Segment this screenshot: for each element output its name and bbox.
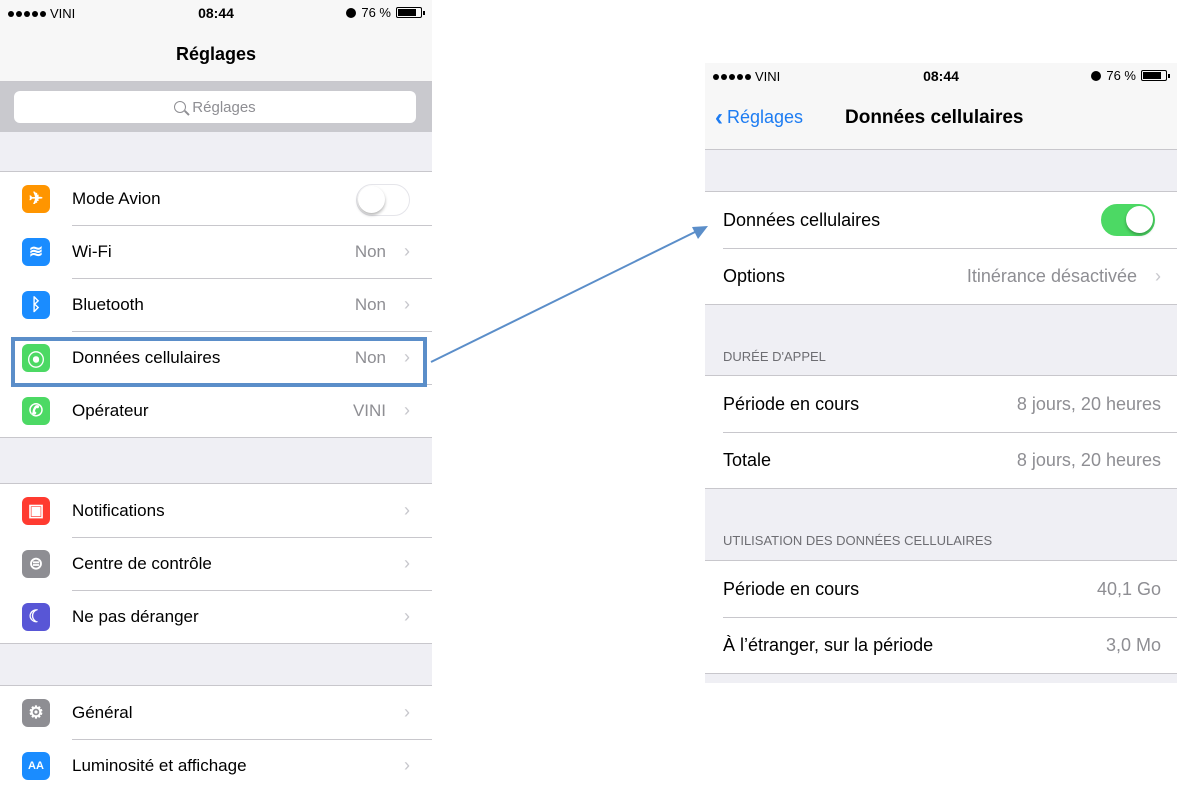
connector-arrow xyxy=(430,226,708,363)
